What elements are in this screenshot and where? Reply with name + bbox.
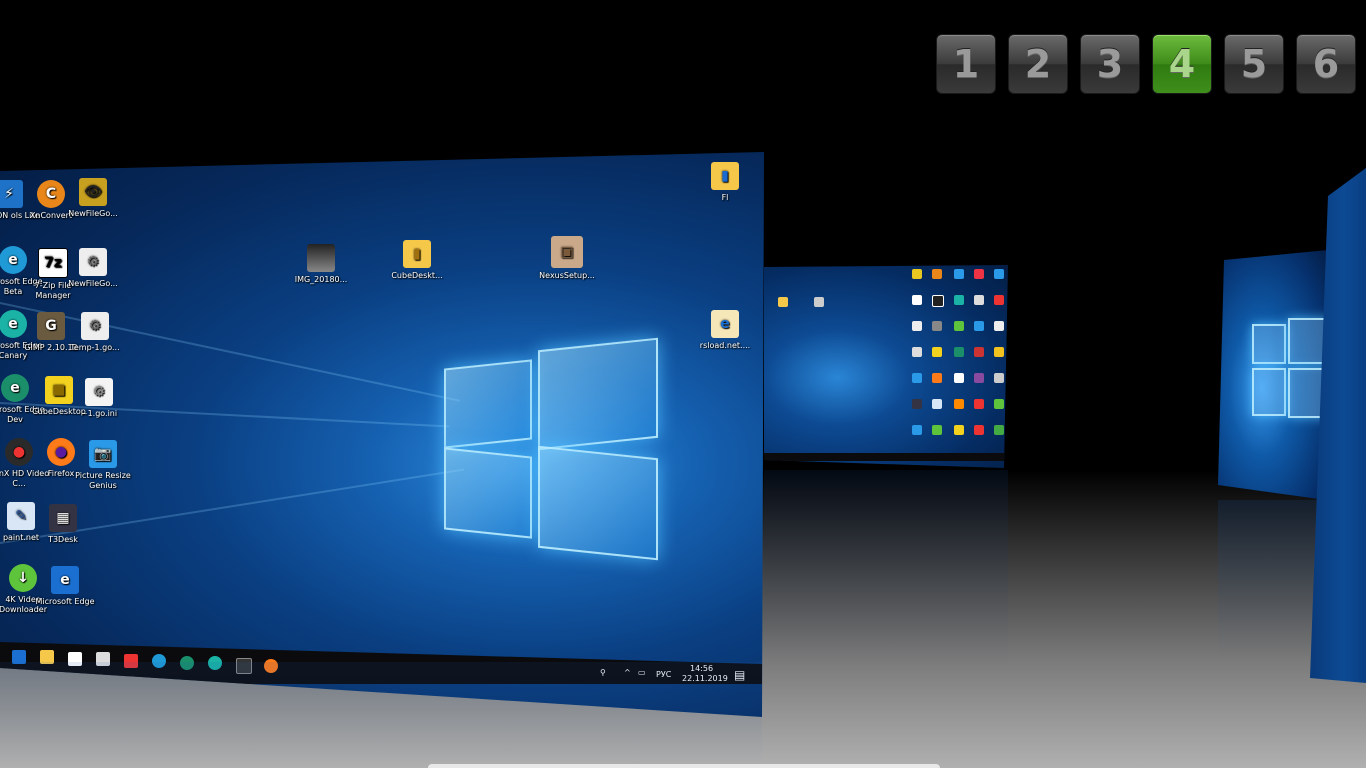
app-icon: [912, 425, 922, 435]
app-icon: [974, 425, 984, 435]
desktop-icon[interactable]: e rsload.net....: [694, 310, 756, 351]
windows-logo: [1252, 368, 1286, 416]
xnconvert-icon: C: [37, 180, 65, 208]
app-icon: [994, 425, 1004, 435]
desktop-icon[interactable]: ▮ CubeDeskt...: [386, 240, 448, 281]
app-icon: [932, 269, 942, 279]
main-desktop-reflection: [0, 662, 762, 768]
bottom-panel-handle[interactable]: [428, 764, 940, 768]
image-file-icon: [307, 244, 335, 272]
app-icon: [912, 373, 922, 383]
installer-icon: ▣: [551, 236, 583, 268]
picture-resize-icon: 📷: [89, 440, 117, 468]
desktop-button-1[interactable]: 1: [936, 34, 996, 94]
winx-icon: ●: [5, 438, 33, 466]
taskbar: [764, 453, 1008, 461]
app-icon: [912, 399, 922, 409]
icon-label: CubeDeskt...: [391, 271, 443, 280]
folder-icon: ▮: [403, 240, 431, 268]
app-icon: [994, 321, 1004, 331]
cube-desktop-stage: 1 2 3 4 5 6 ⚡AEMON ols Lite CXnConvert 👁…: [0, 0, 1366, 768]
app-icon: [994, 347, 1004, 357]
app-icon: [954, 321, 964, 331]
paintnet-icon: ✎: [7, 502, 35, 530]
config-file-icon: ⚙: [79, 248, 107, 276]
icon-label: NexusSetup...: [539, 271, 595, 280]
app-icon: [912, 295, 922, 305]
app-icon: [954, 347, 964, 357]
desktop-3-reflection: [1218, 500, 1328, 660]
app-icon: [932, 347, 942, 357]
edge-icon: e: [51, 566, 79, 594]
folder-icon: ▮: [711, 162, 739, 190]
desktop-icon[interactable]: ⚙ NewFileGo...: [62, 248, 124, 289]
desktop-icon[interactable]: ⚙ ~1.go.ini: [68, 378, 130, 419]
icon-label: Firefox: [47, 469, 75, 478]
app-icon: [974, 347, 984, 357]
app-icon: [932, 321, 942, 331]
icon-label: Microsoft Edge: [35, 597, 95, 606]
desktop-button-5[interactable]: 5: [1224, 34, 1284, 94]
ini-file-icon: ⚙: [85, 378, 113, 406]
firefox-icon: ●: [47, 438, 75, 466]
desktop-icon[interactable]: 👁 NewFileGo...: [62, 178, 124, 219]
desktop-icon[interactable]: ⚙ Temp-1.go...: [64, 312, 126, 353]
4k-downloader-icon: ↓: [9, 564, 37, 592]
app-icon: [932, 373, 942, 383]
app-icon: [954, 425, 964, 435]
icon-label: Temp-1.go...: [70, 343, 120, 352]
app-icon: [912, 347, 922, 357]
desktop-button-3[interactable]: 3: [1080, 34, 1140, 94]
edge-dev-icon: e: [1, 374, 29, 402]
desktop-icon[interactable]: ▣ NexusSetup...: [536, 236, 598, 281]
app-icon: [954, 295, 964, 305]
icon-label: NewFileGo...: [68, 209, 118, 218]
icon-label: IMG_20180...: [294, 275, 348, 284]
desktop-icon[interactable]: 📷 Picture Resize Genius: [72, 440, 134, 491]
app-icon: [974, 399, 984, 409]
windows-logo: [1252, 324, 1286, 364]
app-icon: [994, 373, 1004, 383]
icon-label: Fl: [721, 193, 729, 202]
icon-label: Picture Resize Genius: [75, 471, 131, 490]
desktop-face-main[interactable]: ⚡AEMON ols Lite CXnConvert 👁NewFileGo...…: [0, 152, 764, 717]
desktop-face-2[interactable]: [764, 265, 1008, 468]
app-icon: [932, 399, 942, 409]
desktop-icon[interactable]: ▮ Fl: [694, 162, 756, 203]
desktop-button-6[interactable]: 6: [1296, 34, 1356, 94]
app-icon: [912, 269, 922, 279]
gimp-icon: G: [37, 312, 65, 340]
desktop-button-2[interactable]: 2: [1008, 34, 1068, 94]
desktop-button-4[interactable]: 4: [1152, 34, 1212, 94]
app-icon: [994, 399, 1004, 409]
app-icon: [974, 295, 984, 305]
app-icon: [994, 269, 1004, 279]
desktop-icon[interactable]: IMG_20180...: [290, 244, 352, 285]
desktop-face-3[interactable]: [1218, 250, 1328, 500]
config-file-icon: ⚙: [81, 312, 109, 340]
t3desk-icon: ▦: [49, 504, 77, 532]
icon-label: ~1.go.ini: [80, 409, 118, 418]
edge-file-icon: e: [711, 310, 739, 338]
newfilego-icon: 👁: [79, 178, 107, 206]
icon-label: NewFileGo...: [68, 279, 118, 288]
app-icon: [912, 321, 922, 331]
icon-label: T3Desk: [48, 535, 78, 544]
app-icon: [932, 425, 942, 435]
icon-label: rsload.net....: [699, 341, 751, 350]
app-icon: [954, 269, 964, 279]
desktop-icon[interactable]: ▦ T3Desk: [32, 504, 94, 545]
desktop-2-reflection: [764, 470, 1008, 670]
app-icon: [974, 269, 984, 279]
app-icon: [974, 373, 984, 383]
app-icon: [954, 399, 964, 409]
image-file-icon: [814, 297, 824, 307]
app-icon: [994, 295, 1004, 305]
app-icon: [932, 295, 944, 307]
app-icon: [974, 321, 984, 331]
desktop-icon[interactable]: e Microsoft Edge: [34, 566, 96, 607]
app-icon: [954, 373, 964, 383]
folder-icon: [778, 297, 788, 307]
